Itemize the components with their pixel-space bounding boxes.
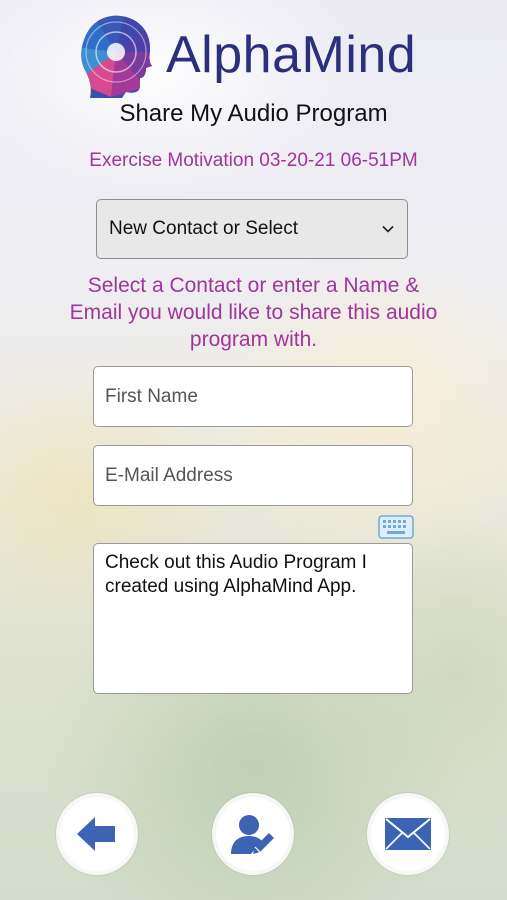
head-spiral-logo-icon: [81, 15, 152, 98]
contact-select-value: New Contact or Select: [109, 218, 299, 239]
contact-select[interactable]: New Contact or Select: [96, 199, 408, 259]
contacts-button[interactable]: [216, 797, 290, 871]
message-textarea[interactable]: Check out this Audio Program I created u…: [93, 543, 413, 694]
first-name-input[interactable]: [93, 366, 413, 427]
back-button[interactable]: [60, 797, 134, 871]
person-edit-icon: [231, 815, 274, 854]
page-title: Share My Audio Program: [119, 100, 388, 127]
keyboard-icon[interactable]: [378, 515, 414, 539]
instructions-text: Select a Contact or enter a Name & Email…: [69, 274, 438, 351]
chevron-down-icon: [382, 225, 394, 233]
send-email-button[interactable]: [371, 797, 445, 871]
email-input[interactable]: [93, 445, 413, 506]
program-name: Exercise Motivation 03-20-21 06-51PM: [89, 150, 418, 171]
envelope-icon: [385, 818, 431, 850]
app-logo: AlphaMind: [78, 12, 416, 98]
app-name: AlphaMind: [166, 26, 417, 84]
arrow-left-icon: [77, 817, 115, 851]
